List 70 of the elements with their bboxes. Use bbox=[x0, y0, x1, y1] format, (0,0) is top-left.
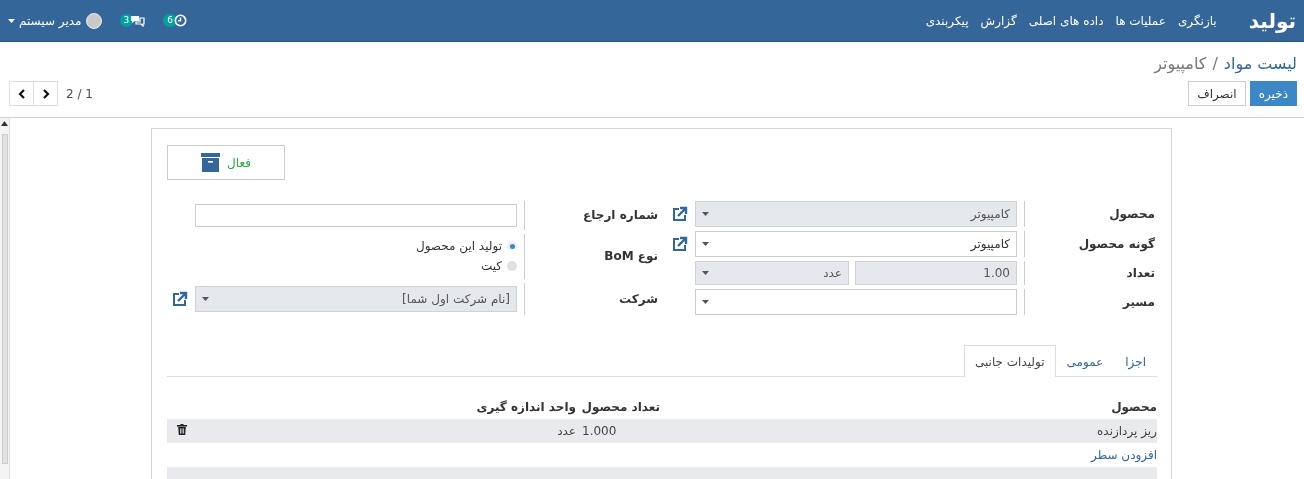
previous-button[interactable] bbox=[9, 81, 34, 106]
dropdown-field[interactable]: کامپیوتر bbox=[695, 201, 1017, 227]
pager-value: 1 / 2 bbox=[66, 86, 93, 101]
archive-icon bbox=[201, 153, 221, 172]
save-button[interactable]: ذخیره bbox=[1249, 81, 1297, 106]
field-value: کامپیوتر bbox=[970, 237, 1010, 251]
chevron-left-icon bbox=[17, 88, 26, 99]
user-menu[interactable]: مدیر سیستم bbox=[8, 12, 102, 29]
scroll-up-icon[interactable] bbox=[1, 121, 8, 126]
avatar bbox=[85, 12, 102, 29]
menu-item[interactable]: گزارش bbox=[974, 13, 1023, 28]
trash-icon[interactable] bbox=[177, 424, 187, 435]
external-link-icon[interactable] bbox=[671, 235, 688, 253]
field-label: مسیر bbox=[1024, 289, 1157, 315]
column-header: تعداد محصول bbox=[580, 400, 660, 414]
caret-icon bbox=[702, 242, 709, 246]
active-toggle-button[interactable]: فعال bbox=[167, 145, 285, 180]
menu-item[interactable]: عملیات ها bbox=[1109, 13, 1172, 28]
field-label: شماره ارجاع bbox=[524, 201, 660, 230]
table-cell-text: عدد bbox=[556, 424, 576, 438]
caret-icon bbox=[202, 297, 209, 302]
caret-icon bbox=[702, 271, 709, 275]
input-field[interactable] bbox=[195, 203, 517, 227]
caret-icon bbox=[702, 300, 709, 304]
activity-count: 6 bbox=[163, 14, 177, 27]
chevron-right-icon bbox=[41, 88, 50, 99]
breadcrumb-link[interactable]: لیست مواد bbox=[1223, 53, 1297, 73]
table-cell-text: ریز پردازنده bbox=[1096, 424, 1157, 438]
field-label: شرکت bbox=[524, 283, 660, 315]
field-label: محصول bbox=[1024, 201, 1157, 227]
field-label: نوع BoM bbox=[524, 233, 660, 280]
external-link-icon[interactable] bbox=[171, 290, 188, 308]
radio-option[interactable]: کیت bbox=[195, 259, 517, 274]
field-label: تعداد bbox=[1024, 261, 1157, 285]
breadcrumb-current: کامپیوتر bbox=[1154, 53, 1207, 73]
breadcrumb-separator: / bbox=[1212, 53, 1218, 73]
chat-icon[interactable] bbox=[130, 14, 146, 27]
user-name: مدیر سیستم bbox=[19, 13, 82, 28]
column-header: واحد اندازه گیری bbox=[475, 400, 576, 414]
field-label: گونه محصول bbox=[1024, 231, 1157, 257]
quantity-field[interactable]: 1.00 bbox=[855, 261, 1017, 285]
caret-icon bbox=[702, 212, 709, 216]
radio-option[interactable]: تولید این محصول bbox=[195, 239, 517, 254]
dropdown-field[interactable] bbox=[695, 289, 1017, 315]
radio-button[interactable] bbox=[507, 261, 517, 272]
tab[interactable]: عمومی bbox=[1055, 345, 1115, 377]
tab[interactable]: تولیدات جانبی bbox=[963, 345, 1056, 377]
message-count: 3 bbox=[119, 14, 134, 27]
menu-item[interactable]: داده های اصلی bbox=[1022, 13, 1110, 28]
column-header: محصول bbox=[1110, 400, 1157, 414]
caret-icon bbox=[8, 18, 15, 23]
next-button[interactable] bbox=[33, 81, 58, 106]
dropdown-field[interactable]: [نام شرکت اول شما] bbox=[195, 286, 517, 313]
dropdown-field[interactable]: کامپیوتر bbox=[695, 231, 1017, 257]
menu-item[interactable]: پیکربندی bbox=[919, 13, 975, 28]
menu-item[interactable]: بازنگری bbox=[1171, 13, 1223, 28]
external-link-icon[interactable] bbox=[671, 205, 688, 223]
app-title: تولید bbox=[1248, 8, 1296, 33]
tab[interactable]: اجزا bbox=[1114, 345, 1157, 377]
add-line-link[interactable]: افزودن سطر bbox=[1091, 448, 1157, 462]
unit-dropdown[interactable]: عدد bbox=[695, 261, 849, 285]
table-cell-text: 1.000 bbox=[581, 424, 618, 438]
radio-button[interactable] bbox=[507, 241, 517, 252]
field-value: عدد bbox=[823, 266, 842, 280]
field-value: کامپیوتر bbox=[970, 207, 1010, 221]
scrollbar-thumb[interactable] bbox=[1, 134, 8, 464]
field-value: [نام شرکت اول شما] bbox=[402, 292, 510, 307]
discard-button[interactable]: انصراف bbox=[1188, 81, 1246, 106]
clock-icon[interactable] bbox=[173, 14, 187, 27]
field-value: 1.00 bbox=[983, 266, 1010, 280]
